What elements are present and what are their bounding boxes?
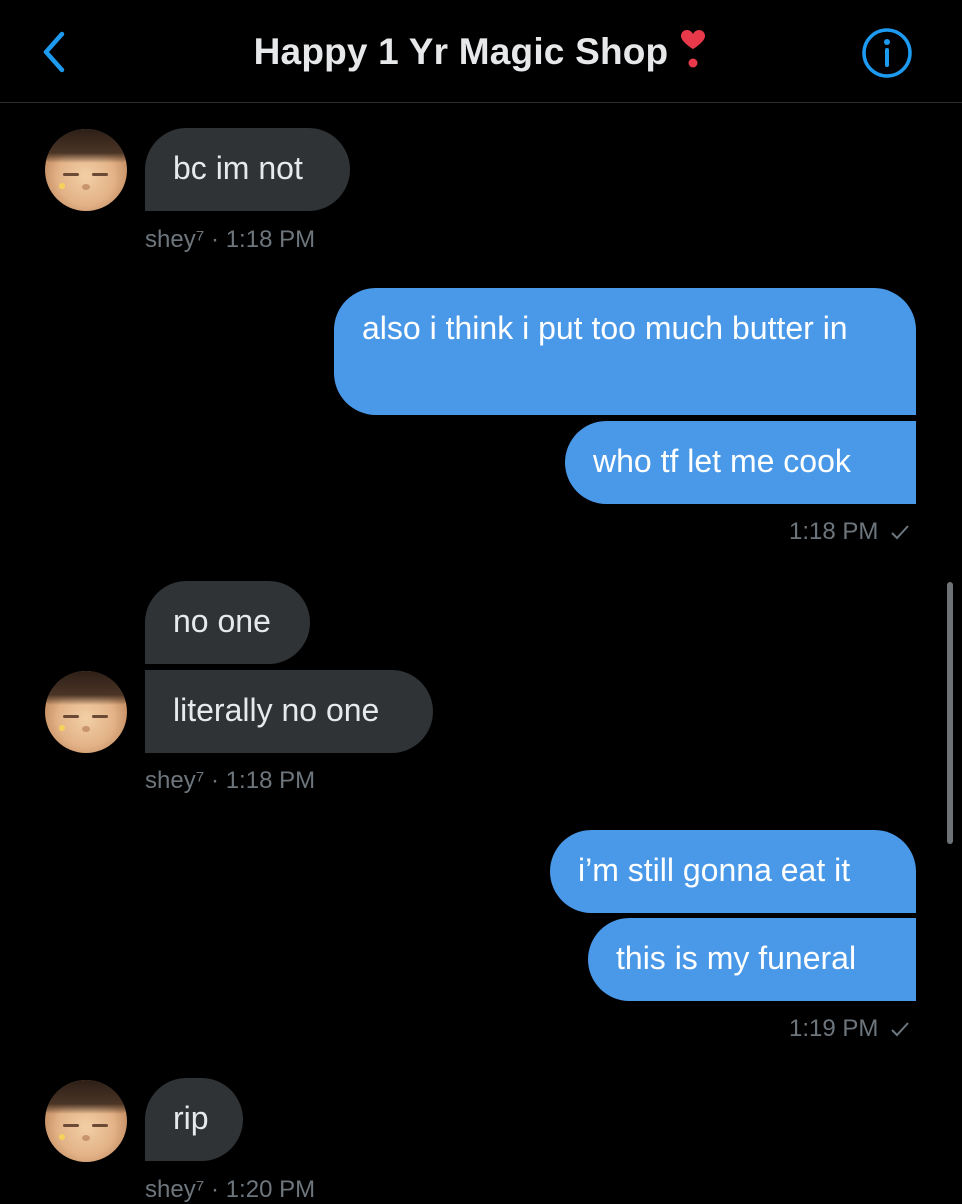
timestamp: 1:18 PM	[789, 518, 879, 545]
avatar[interactable]	[45, 671, 127, 753]
message-bubble-incoming[interactable]: bc im not	[145, 128, 350, 211]
message-bubble-incoming[interactable]: rip	[145, 1078, 243, 1161]
message-meta: shey⁷ · 1:18 PM	[145, 767, 316, 794]
conversation-title-wrap[interactable]: Happy 1 Yr Magic Shop	[0, 30, 962, 73]
conversation-title: Happy 1 Yr Magic Shop	[253, 31, 669, 72]
conversation-header: Happy 1 Yr Magic Shop	[0, 0, 962, 103]
message-bubble-incoming[interactable]: literally no one	[145, 670, 433, 753]
message-meta: 1:19 PM	[789, 1015, 911, 1043]
message-bubble-outgoing[interactable]: i’m still gonna eat it	[550, 830, 916, 913]
avatar[interactable]	[45, 129, 127, 211]
message-bubble-outgoing[interactable]: this is my funeral	[588, 918, 916, 1001]
timestamp: 1:19 PM	[789, 1015, 879, 1042]
avatar[interactable]	[45, 1080, 127, 1162]
message-meta: shey⁷ · 1:18 PM	[145, 226, 316, 253]
message-bubble-incoming[interactable]: no one	[145, 581, 310, 664]
message-bubble-outgoing[interactable]: also i think i put too much butter in	[334, 288, 916, 415]
info-button[interactable]	[860, 26, 914, 80]
message-meta: 1:18 PM	[789, 518, 911, 546]
info-circle-icon	[862, 28, 912, 78]
heart-exclamation-icon	[681, 30, 706, 68]
scrollbar-thumb[interactable]	[947, 582, 953, 844]
checkmark-icon	[891, 1022, 909, 1037]
message-bubble-outgoing[interactable]: who tf let me cook	[565, 421, 916, 504]
checkmark-icon	[891, 525, 909, 540]
